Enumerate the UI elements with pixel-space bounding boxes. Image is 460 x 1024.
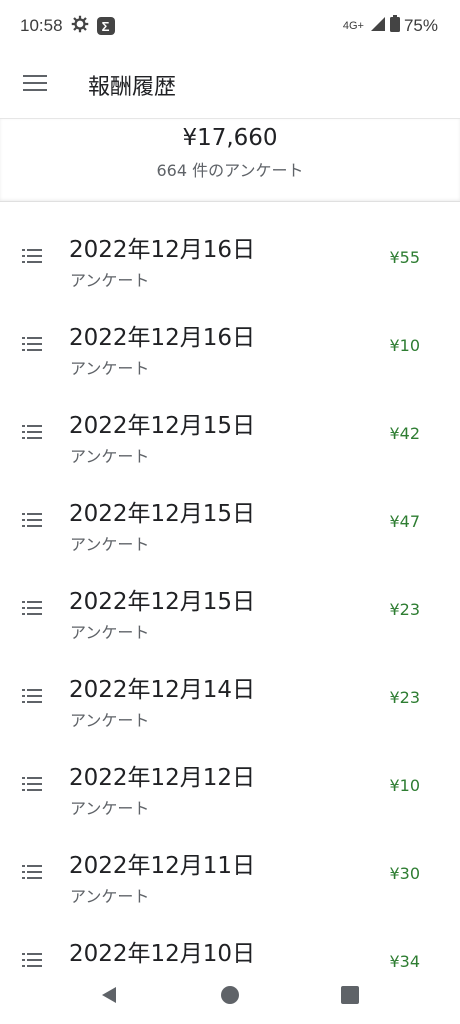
- list-item[interactable]: 2022年12月16日 アンケート ¥55: [0, 210, 460, 298]
- item-amount: ¥10: [389, 336, 420, 355]
- system-nav-bar: [0, 968, 460, 1024]
- list-icon: [22, 776, 46, 792]
- status-left: 10:58 Σ: [20, 15, 115, 38]
- battery-icon: [389, 15, 400, 37]
- item-amount: ¥10: [389, 776, 420, 795]
- reward-history-list: 2022年12月16日 アンケート ¥55 2022年12月16日 アンケート …: [0, 210, 460, 1002]
- reward-summary: ¥17,660 664 件のアンケート: [0, 118, 460, 202]
- list-item[interactable]: 2022年12月11日 アンケート ¥30: [0, 826, 460, 914]
- recents-icon[interactable]: [339, 984, 363, 1008]
- signal-icon: [370, 16, 386, 37]
- item-type: アンケート: [70, 799, 150, 818]
- item-date: 2022年12月16日: [69, 237, 256, 263]
- menu-button[interactable]: [0, 52, 70, 118]
- list-icon: [22, 336, 46, 352]
- home-icon[interactable]: [219, 984, 243, 1008]
- network-type: 4G+: [342, 20, 364, 32]
- item-amount: ¥47: [389, 512, 420, 531]
- list-icon: [22, 952, 46, 968]
- item-amount: ¥30: [389, 864, 420, 883]
- item-amount: ¥55: [389, 248, 420, 267]
- page-title: 報酬履歴: [88, 75, 177, 100]
- item-date: 2022年12月11日: [69, 853, 256, 879]
- list-icon: [22, 424, 46, 440]
- list-icon: [22, 248, 46, 264]
- item-type: アンケート: [70, 623, 150, 642]
- list-item[interactable]: 2022年12月15日 アンケート ¥42: [0, 386, 460, 474]
- list-icon: [22, 512, 46, 528]
- status-time: 10:58: [20, 16, 63, 35]
- sigma-app-icon: Σ: [96, 17, 115, 35]
- list-icon: [22, 600, 46, 616]
- list-icon: [22, 688, 46, 704]
- status-bar: 10:58 Σ 4G+ 75%: [0, 0, 460, 52]
- item-date: 2022年12月10日: [69, 941, 256, 967]
- item-type: アンケート: [70, 535, 150, 554]
- battery-percent: 75%: [403, 16, 438, 35]
- list-item[interactable]: 2022年12月16日 アンケート ¥10: [0, 298, 460, 386]
- item-date: 2022年12月12日: [69, 765, 256, 791]
- item-date: 2022年12月15日: [69, 501, 256, 527]
- list-item[interactable]: 2022年12月14日 アンケート ¥23: [0, 650, 460, 738]
- total-reward: ¥17,660: [182, 125, 278, 151]
- survey-count: 664 件のアンケート: [156, 161, 304, 180]
- item-amount: ¥23: [389, 600, 420, 619]
- menu-icon: [23, 74, 47, 96]
- item-type: アンケート: [70, 887, 150, 906]
- status-right: 4G+ 75%: [343, 15, 438, 37]
- list-item[interactable]: 2022年12月15日 アンケート ¥23: [0, 562, 460, 650]
- list-item[interactable]: 2022年12月15日 アンケート ¥47: [0, 474, 460, 562]
- item-date: 2022年12月14日: [69, 677, 256, 703]
- item-amount: ¥42: [389, 424, 420, 443]
- item-type: アンケート: [70, 271, 150, 290]
- item-date: 2022年12月16日: [69, 325, 256, 351]
- item-amount: ¥23: [389, 688, 420, 707]
- item-date: 2022年12月15日: [69, 413, 256, 439]
- item-type: アンケート: [70, 359, 150, 378]
- list-item[interactable]: 2022年12月12日 アンケート ¥10: [0, 738, 460, 826]
- app-bar: 報酬履歴: [0, 52, 460, 118]
- item-type: アンケート: [70, 711, 150, 730]
- settings-icon: [71, 15, 89, 38]
- item-type: アンケート: [70, 447, 150, 466]
- back-icon[interactable]: [98, 984, 122, 1008]
- list-icon: [22, 864, 46, 880]
- item-date: 2022年12月15日: [69, 589, 256, 615]
